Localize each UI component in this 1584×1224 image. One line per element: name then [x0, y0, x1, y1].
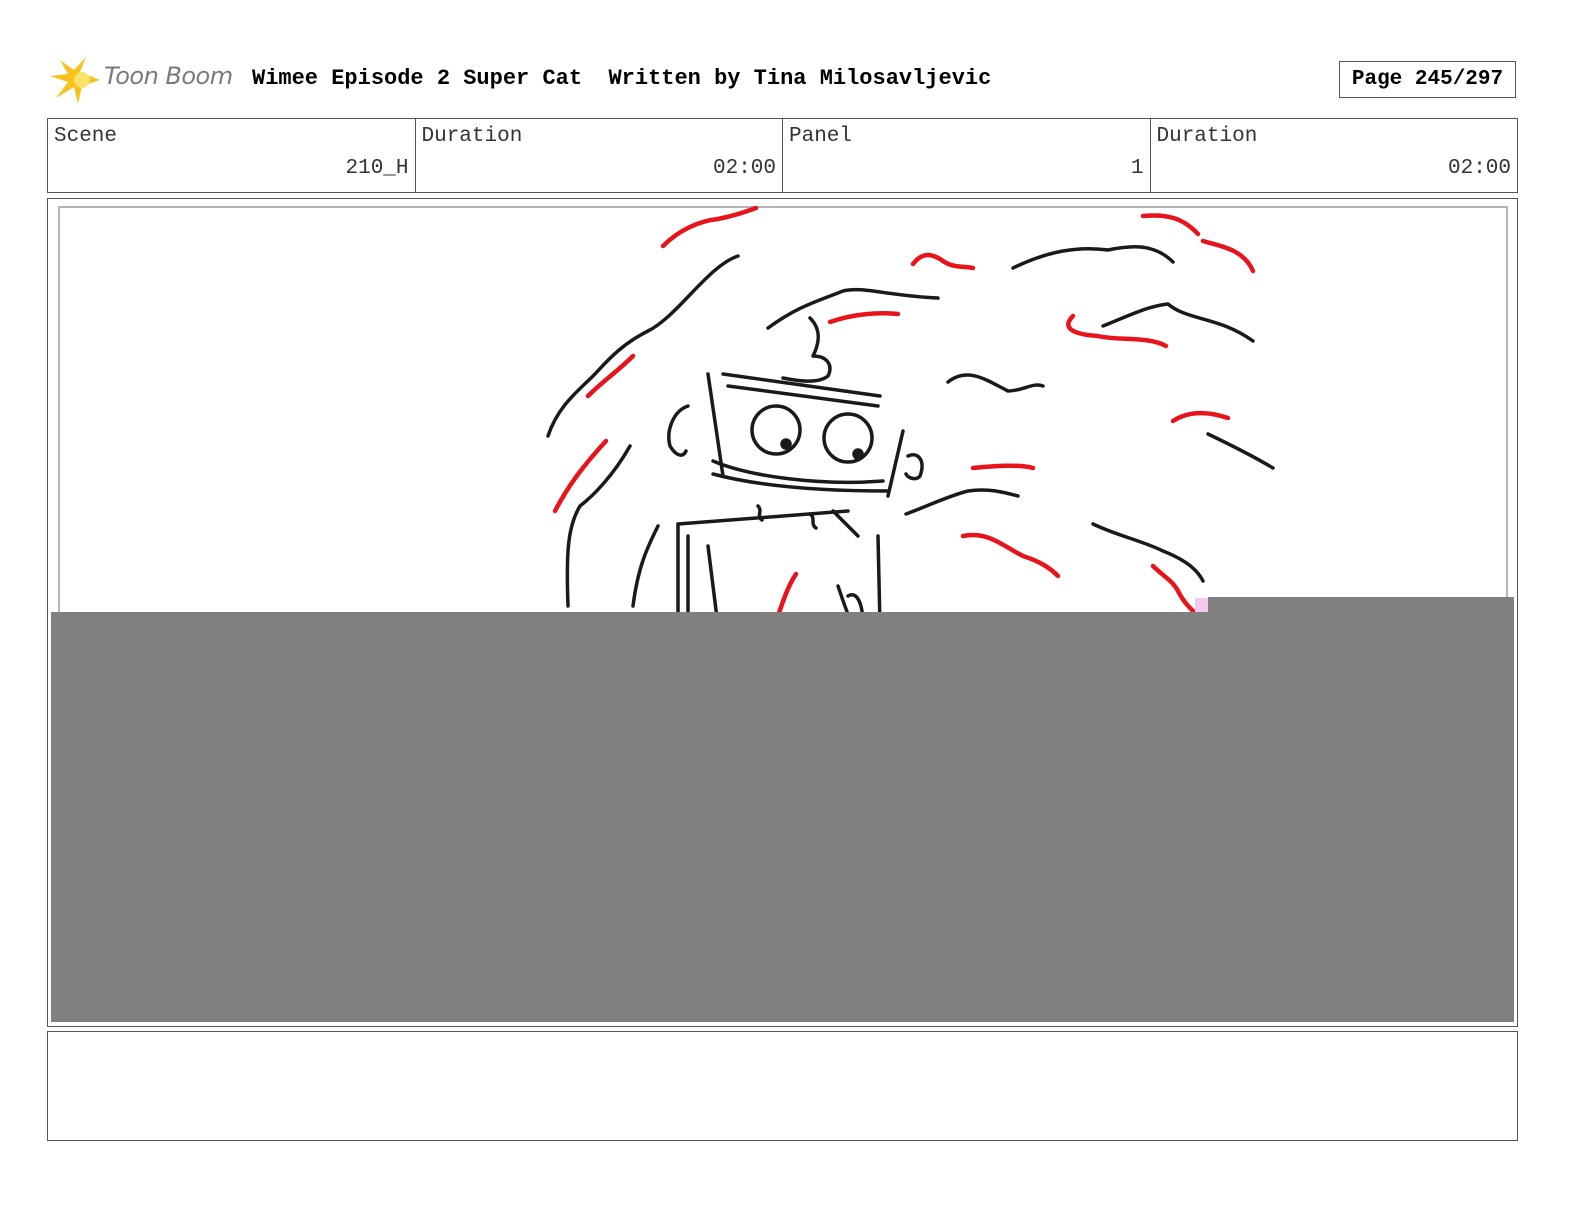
scene-duration-label: Duration: [421, 125, 523, 148]
panel-value: 1: [1130, 157, 1144, 180]
page-number: Page 245/297: [1339, 61, 1516, 98]
panel-label: Panel: [789, 125, 853, 148]
panel-duration-label: Duration: [1156, 125, 1258, 148]
panel-duration-value: 02:00: [1447, 157, 1511, 180]
logo-text: Toon Boom: [104, 62, 233, 90]
scene-duration-value: 02:00: [712, 157, 776, 180]
panel-duration-cell: Duration 02:00: [1151, 119, 1518, 192]
redacted-region-upper: [1208, 597, 1514, 617]
document-title: Wimee Episode 2 Super Cat Written by Tin…: [252, 66, 992, 91]
scene-duration-cell: Duration 02:00: [416, 119, 783, 192]
scene-info-table: Scene 210_H Duration 02:00 Panel 1 Durat…: [47, 118, 1518, 193]
scene-cell: Scene 210_H: [48, 119, 416, 192]
scene-value: 210_H: [345, 157, 409, 180]
toon-boom-logo: Toon Boom: [50, 54, 240, 106]
scene-label: Scene: [54, 125, 118, 148]
color-artifact: [1195, 598, 1208, 612]
panel-cell: Panel 1: [783, 119, 1151, 192]
notes-box: [47, 1031, 1518, 1141]
starburst-icon: [50, 57, 100, 104]
redacted-region: [51, 612, 1514, 1022]
